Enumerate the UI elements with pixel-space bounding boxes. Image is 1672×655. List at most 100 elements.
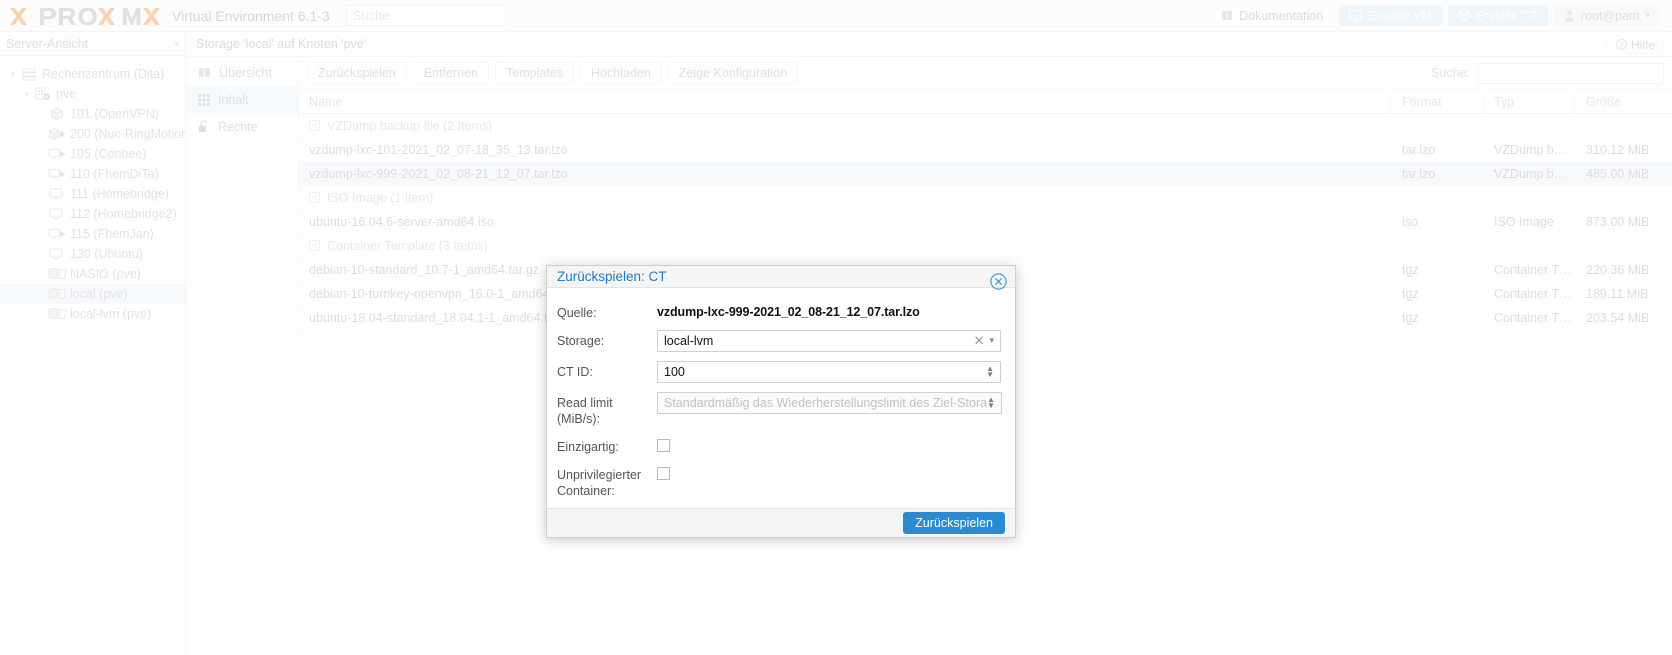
grid-search-input[interactable]: [1478, 62, 1664, 84]
toolbar-button-templates[interactable]: Templates: [495, 62, 575, 84]
global-search-input[interactable]: Suche: [345, 5, 506, 26]
tree-item[interactable]: 101 (OpenVPN): [0, 104, 185, 124]
spinner-icon[interactable]: ▲ ▼: [987, 395, 995, 409]
cell-size: 220.36 MiB: [1586, 262, 1650, 277]
nav-item-label: Rechte: [218, 119, 258, 134]
vm-icon: [48, 187, 66, 201]
toolbar-button-entfernen[interactable]: Entfernen: [412, 62, 490, 84]
grid-group-row[interactable]: − Container Template (3 Items): [299, 234, 1672, 258]
create-ct-label: Erstelle CT: [1476, 8, 1538, 23]
tree-item[interactable]: 130 (Ubuntu): [0, 244, 185, 264]
tree-item[interactable]: 115 (FhemJan): [0, 224, 185, 244]
column-header-typ[interactable]: Typ: [1484, 90, 1576, 113]
tree-item-label: 110 (FhemDiTa): [70, 167, 159, 181]
cell-format: tgz: [1402, 310, 1419, 325]
cell-typ: ISO Image: [1494, 214, 1554, 229]
cell-typ: Container T…: [1494, 310, 1572, 325]
documentation-button[interactable]: Dokumentation: [1211, 5, 1334, 26]
toolbar-button-zurckspielen[interactable]: Zurückspielen: [307, 62, 407, 84]
spinner-icon[interactable]: ▲ ▼: [986, 364, 994, 378]
tree-item[interactable]: local-lvm (pve): [0, 304, 185, 324]
column-header-name[interactable]: Name: [299, 90, 1392, 113]
storage-select[interactable]: local-lvm ✕ ▾: [657, 329, 1001, 352]
collapse-icon[interactable]: −: [309, 240, 320, 251]
cell-name: vzdump-lxc-999-2021_02_08-21_12_07.tar.l…: [309, 166, 568, 181]
readlimit-input[interactable]: Standardmäßig das Wiederherstellungslimi…: [657, 391, 1002, 414]
storage-row: Storage: local-lvm ✕ ▾: [557, 329, 1001, 352]
ctid-input[interactable]: 100 ▲ ▼: [657, 360, 1001, 383]
toolbar-button-zeigekonfiguration[interactable]: Zeige Konfiguration: [667, 62, 799, 84]
unique-label: Einzigartig:: [557, 439, 619, 454]
tree-item[interactable]: 110 (FhemDiTa): [0, 164, 185, 184]
cell-format: [1392, 234, 1484, 257]
collapse-icon[interactable]: −: [309, 120, 320, 131]
create-vm-button[interactable]: Erstelle VM: [1339, 5, 1443, 26]
vm-icon: [48, 207, 66, 221]
vm-running-icon: [48, 227, 66, 241]
restore-ct-dialog: Zurückspielen: CT Quelle: vzdump-lxc-999…: [546, 265, 1016, 538]
nav-item-label: Übersicht: [219, 65, 272, 80]
ctid-row: CT ID: 100 ▲ ▼: [557, 360, 1001, 383]
table-row[interactable]: vzdump-lxc-101-2021_02_07-18_35_13.tar.l…: [299, 138, 1672, 162]
grid-icon: [198, 93, 210, 106]
tree-item[interactable]: local (pve): [0, 284, 185, 304]
help-button[interactable]: ? Hilfe: [1606, 35, 1664, 54]
content-toolbar: Zurückspielen Entfernen Templates Hochladen…: [299, 57, 1672, 89]
expander-icon[interactable]: ▾: [6, 69, 20, 80]
table-row[interactable]: vzdump-lxc-999-2021_02_08-21_12_07.tar.l…: [299, 162, 1672, 186]
unique-checkbox[interactable]: [657, 438, 670, 452]
group-label: ISO Image (1 Item): [327, 190, 434, 205]
cell-size: 203.54 MiB: [1586, 310, 1650, 325]
tree-item[interactable]: 112 (Homebridge2): [0, 204, 185, 224]
close-icon[interactable]: [990, 273, 1007, 290]
cell-typ: [1484, 234, 1576, 257]
header-actions: Dokumentation Erstelle VM Erstelle CT ro…: [1211, 5, 1664, 26]
tree-item[interactable]: 200 (Nuc-RingMotion): [0, 124, 192, 144]
view-selector[interactable]: Server-Ansicht ▾: [0, 32, 185, 56]
restore-submit-label: Zurückspielen: [915, 515, 993, 530]
column-header-format[interactable]: Format: [1392, 90, 1484, 113]
cell-typ: VZDump b…: [1494, 142, 1567, 157]
question-icon: ?: [1615, 39, 1627, 50]
monitor-icon: [1349, 9, 1363, 21]
cell-typ: Container T…: [1494, 262, 1572, 277]
tree-item[interactable]: 111 (Homebridge): [0, 184, 185, 204]
nav-item-bersicht[interactable]: Übersicht: [186, 59, 298, 86]
collapse-icon[interactable]: −: [309, 192, 320, 203]
unprivileged-checkbox[interactable]: [657, 466, 670, 480]
column-header-size[interactable]: Größe: [1576, 90, 1672, 113]
tree-item-label: 130 (Ubuntu): [70, 247, 143, 261]
storage-icon: [48, 267, 66, 281]
cell-size: [1576, 186, 1672, 209]
dialog-header: Zurückspielen: CT: [547, 266, 1015, 290]
vm-icon: [48, 247, 66, 261]
clear-icon[interactable]: ✕: [969, 333, 990, 349]
tree-item[interactable]: ▾ Rechenzentrum (Dita): [0, 64, 185, 84]
expander-icon[interactable]: ▾: [20, 89, 34, 100]
readlimit-placeholder: Standardmäßig das Wiederherstellungslimi…: [664, 395, 988, 410]
cell-typ: [1484, 186, 1576, 209]
cell-size: [1576, 234, 1672, 257]
create-ct-button[interactable]: Erstelle CT: [1448, 5, 1548, 26]
cell-format: tar.lzo: [1402, 166, 1436, 181]
chevron-down-icon: ▾: [173, 38, 179, 50]
grid-search-label: Suche:: [1431, 66, 1470, 80]
global-search-placeholder: Suche: [352, 8, 390, 23]
environment-title: Virtual Environment 6.1-3: [172, 7, 330, 24]
tree-item[interactable]: ▾ pve: [0, 84, 185, 104]
chevron-down-icon[interactable]: ▾: [989, 335, 994, 346]
tree-item[interactable]: NASIO (pve): [0, 264, 185, 284]
group-label: VZDump backup file (2 Items): [327, 118, 493, 133]
cell-name: − Container Template (3 Items): [299, 234, 1392, 257]
table-row[interactable]: ubuntu-16.04.6-server-amd64.iso iso ISO Im…: [299, 210, 1672, 234]
toolbar-button-hochladen[interactable]: Hochladen: [580, 62, 662, 84]
dialog-footer: Zurückspielen: [547, 507, 1015, 537]
user-menu-button[interactable]: root@pam ▾: [1553, 5, 1660, 26]
tree-item[interactable]: 105 (Conbee): [0, 144, 185, 164]
restore-submit-button[interactable]: Zurückspielen: [903, 511, 1005, 534]
grid-group-row[interactable]: − ISO Image (1 Item): [299, 186, 1672, 210]
nav-item-inhalt[interactable]: Inhalt: [186, 86, 298, 113]
grid-group-row[interactable]: − VZDump backup file (2 Items): [299, 114, 1672, 138]
tree-item-label: NASIO (pve): [70, 267, 141, 281]
nav-item-rechte[interactable]: Rechte: [186, 113, 298, 140]
